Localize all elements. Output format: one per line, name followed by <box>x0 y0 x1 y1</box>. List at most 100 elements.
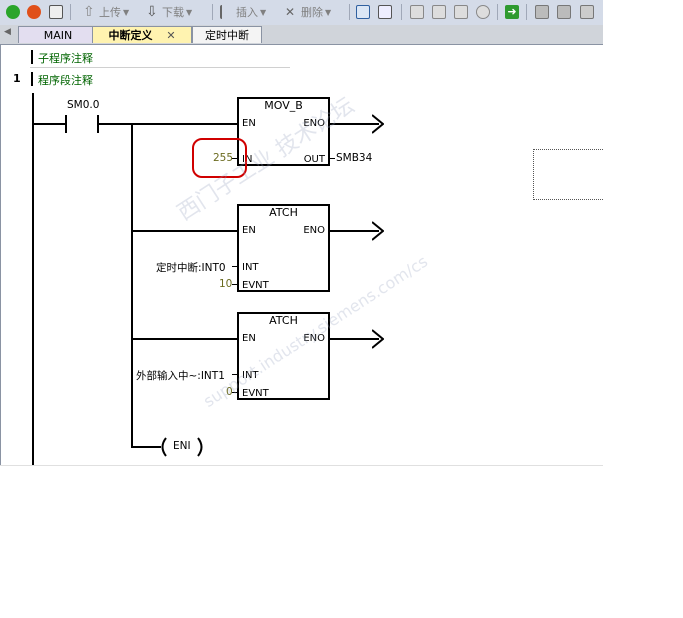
go-button[interactable]: ➜ <box>505 4 519 20</box>
out-wire <box>329 158 335 159</box>
tab-timer-interrupt[interactable]: 定时中断 <box>192 26 262 43</box>
delete-icon: ✕ <box>285 5 296 19</box>
evnt-wire <box>232 284 238 285</box>
run-icon <box>6 5 20 19</box>
stop-icon <box>27 5 41 19</box>
pin-eno: ENO <box>303 225 325 236</box>
branch-wire <box>131 338 238 340</box>
chevron-down-icon: ▼ <box>325 7 332 17</box>
chevron-down-icon: ▼ <box>186 7 193 17</box>
go-arrow-icon: ➜ <box>505 5 519 19</box>
tab-scroll-left-icon[interactable]: ◀ <box>4 27 11 37</box>
output-arrow-icon <box>372 329 384 349</box>
tab-label: 中断定义 <box>108 29 153 42</box>
selection-box <box>533 149 603 200</box>
run-button[interactable] <box>6 4 20 20</box>
atch2-evnt-value[interactable]: 0 <box>226 386 233 398</box>
pin-eno: ENO <box>303 118 325 129</box>
evnt-wire <box>232 392 238 393</box>
pin-evnt: EVNT <box>242 388 269 399</box>
stop-button[interactable] <box>27 4 41 20</box>
pin-out: OUT <box>303 154 325 165</box>
network-comment[interactable]: 程序段注释 <box>38 72 93 88</box>
insert-label: 插入 <box>236 6 258 19</box>
tab-bar: ◀ MAIN 中断定义 ✕ 定时中断 <box>0 25 603 45</box>
atch-block-1[interactable]: ATCH EN ENO INT EVNT <box>237 204 330 292</box>
highlight-circle <box>192 138 247 178</box>
atch1-evnt-value[interactable]: 10 <box>219 278 232 290</box>
subroutine-comment-bar <box>31 50 33 64</box>
lock-button[interactable] <box>535 4 549 20</box>
network-number: 1 <box>13 72 21 85</box>
editor-bottom-border <box>0 465 603 466</box>
download-button[interactable]: ⇩ 下载 ▼ <box>146 4 192 20</box>
pin-en: EN <box>242 225 256 236</box>
rung-wire <box>99 123 238 125</box>
chevron-down-icon: ▼ <box>123 7 130 17</box>
eni-coil[interactable]: ENI <box>158 436 206 458</box>
mov-b-block[interactable]: MOV_B EN ENO IN OUT <box>237 97 330 166</box>
int-wire <box>232 266 238 267</box>
pin-evnt: EVNT <box>242 280 269 291</box>
compile-button[interactable] <box>49 4 63 20</box>
download-label: 下载 <box>162 6 184 19</box>
network-comment-bar <box>31 72 33 86</box>
block-title: ATCH <box>269 314 298 327</box>
tab-interrupt-definition[interactable]: 中断定义 ✕ <box>92 26 192 43</box>
editor-left-border <box>0 45 1 465</box>
rung-wire <box>33 123 65 125</box>
arrow-right-icon <box>454 5 468 19</box>
delete-label: 删除 <box>301 6 323 19</box>
subroutine-comment-underline <box>30 67 290 68</box>
tree-icon <box>378 5 392 19</box>
delete-button[interactable]: ✕ 删除 ▼ <box>285 4 331 20</box>
output-arrow-icon <box>372 221 384 241</box>
timer-icon <box>476 5 490 19</box>
checklist-icon <box>49 5 63 19</box>
output-arrow-icon <box>372 114 384 134</box>
box-icon <box>410 5 424 19</box>
tool-button-1[interactable] <box>410 4 424 20</box>
pin-int: INT <box>242 262 259 273</box>
int-wire <box>232 374 238 375</box>
tool-button-2[interactable] <box>432 4 446 20</box>
pin-en: EN <box>242 118 256 129</box>
arrow-up-icon: ⇧ <box>83 4 95 20</box>
network-button[interactable] <box>356 4 370 20</box>
tool-button-3[interactable] <box>454 4 468 20</box>
atch1-int-value[interactable]: 定时中断:INT0 <box>156 260 226 275</box>
unlock-icon <box>557 5 571 19</box>
arrow-left-icon <box>432 5 446 19</box>
pin-eno: ENO <box>303 333 325 344</box>
lock-add-icon <box>580 5 594 19</box>
tab-label: 定时中断 <box>205 29 249 42</box>
network-icon <box>356 5 370 19</box>
mov-out-value[interactable]: SMB34 <box>336 152 372 164</box>
block-title: MOV_B <box>264 99 303 112</box>
atch-block-2[interactable]: ATCH EN ENO INT EVNT <box>237 312 330 400</box>
coil-label: ENI <box>173 440 191 452</box>
pin-en: EN <box>242 333 256 344</box>
contact-bar-left <box>65 115 67 133</box>
coil-wire <box>131 446 161 448</box>
chevron-down-icon: ▼ <box>260 7 267 17</box>
unlock-button[interactable] <box>557 4 571 20</box>
tool-button-4[interactable] <box>476 4 490 20</box>
insert-button[interactable]: 插入 ▼ <box>220 4 266 20</box>
tree-button[interactable] <box>378 4 392 20</box>
lock-icon <box>535 5 549 19</box>
upload-button[interactable]: ⇧ 上传 ▼ <box>83 4 129 20</box>
insert-icon <box>220 5 234 19</box>
toolbar: ⇧ 上传 ▼ ⇩ 下载 ▼ 插入 ▼ ✕ 删除 ▼ ➜ <box>0 0 603 26</box>
block-title: ATCH <box>269 206 298 219</box>
upload-label: 上传 <box>99 6 121 19</box>
subroutine-comment[interactable]: 子程序注释 <box>38 50 93 66</box>
atch2-int-value[interactable]: 外部输入中~:INT1 <box>136 368 225 383</box>
branch-wire-vertical <box>131 123 133 447</box>
tab-label: MAIN <box>43 29 73 42</box>
tab-main[interactable]: MAIN <box>18 26 98 43</box>
close-icon[interactable]: ✕ <box>166 29 175 42</box>
add-lock-button[interactable] <box>580 4 594 20</box>
branch-wire <box>131 230 238 232</box>
arrow-down-icon: ⇩ <box>146 4 158 20</box>
